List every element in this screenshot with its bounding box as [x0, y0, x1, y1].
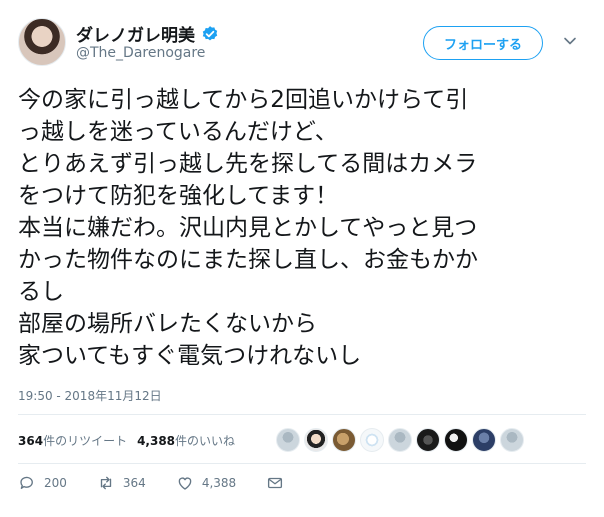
likes-count: 4,388: [137, 433, 176, 448]
liker-avatar[interactable]: [472, 428, 496, 452]
likes-label: 件のいいね: [175, 433, 236, 448]
liker-avatar[interactable]: [304, 428, 328, 452]
liker-avatar[interactable]: [388, 428, 412, 452]
reply-icon: [20, 476, 33, 489]
chevron-down-icon[interactable]: [563, 34, 577, 48]
verified-badge-icon: [202, 25, 218, 40]
liker-avatar[interactable]: [444, 428, 468, 452]
reply-count: 200: [44, 476, 67, 490]
retweet-count: 364: [122, 476, 146, 490]
user-handle[interactable]: @The_Darenogare: [76, 45, 205, 61]
retweets-stat[interactable]: 364件のリツイート: [18, 432, 127, 449]
like-button[interactable]: 4,388: [176, 474, 236, 492]
follow-button[interactable]: フォローする: [423, 26, 543, 60]
divider: [18, 414, 586, 415]
tweet-text: 今の家に引っ越してから2回追いかけらて引 っ越しを迷っているんだけど、 とりあえ…: [18, 87, 478, 369]
divider: [18, 463, 586, 464]
liker-avatar[interactable]: [332, 428, 356, 452]
retweets-count: 364: [18, 433, 44, 448]
envelope-icon: [268, 477, 283, 489]
liker-avatar[interactable]: [360, 428, 384, 452]
tweet-header: ダレノガレ明美 @The_Darenogare フォローする: [18, 18, 586, 74]
reply-button[interactable]: 200: [18, 474, 67, 492]
heart-icon: [178, 477, 192, 490]
liker-avatar[interactable]: [416, 428, 440, 452]
direct-message-button[interactable]: [266, 474, 284, 492]
tweet-actions: 200 364 4,388: [18, 474, 314, 492]
name-row: ダレノガレ明美: [76, 21, 219, 46]
liker-avatars: [276, 428, 524, 452]
liker-avatar[interactable]: [276, 428, 300, 452]
likes-stat[interactable]: 4,388件のいいね: [137, 432, 235, 449]
tweet-timestamp[interactable]: 19:50 - 2018年11月12日: [18, 387, 162, 404]
like-count: 4,388: [201, 476, 237, 490]
retweet-button[interactable]: 364: [97, 474, 146, 492]
retweets-label: 件のリツイート: [43, 433, 128, 448]
avatar[interactable]: [18, 18, 66, 66]
display-name[interactable]: ダレノガレ明美: [76, 21, 195, 46]
liker-avatar[interactable]: [500, 428, 524, 452]
retweet-icon: [100, 476, 112, 490]
tweet-stats: 364件のリツイート 4,388件のいいね: [18, 428, 245, 452]
